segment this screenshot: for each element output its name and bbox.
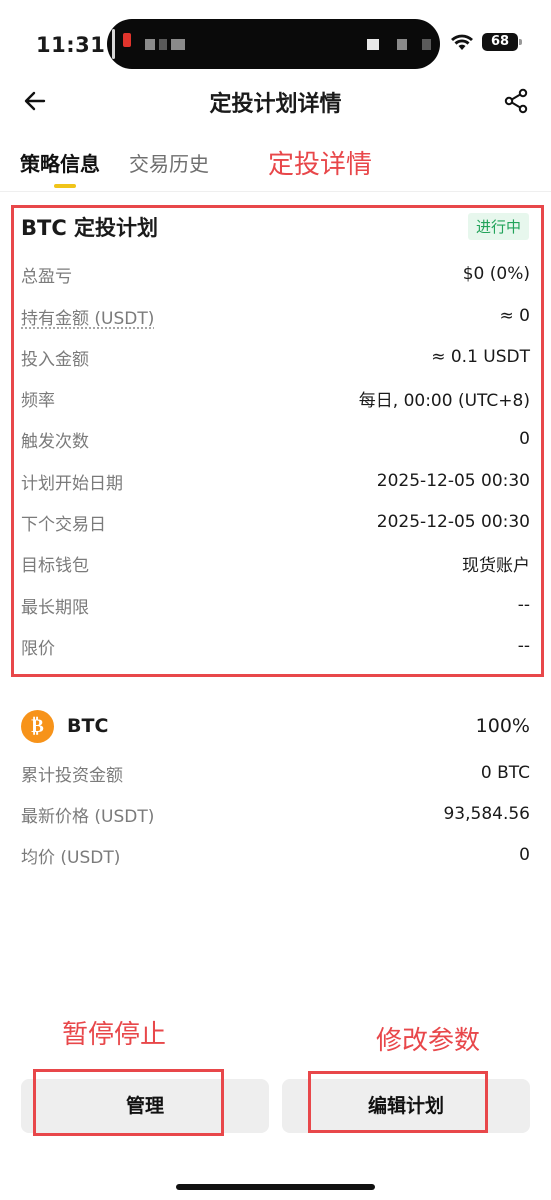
row-label: 累计投资金额 [21, 765, 123, 786]
dynamic-island [107, 19, 440, 69]
row-label[interactable]: 持有金额 (USDT) [21, 304, 154, 329]
island-indicator [112, 29, 115, 59]
row-label: 限价 [21, 638, 55, 659]
status-icons: 68 [450, 33, 522, 51]
row-value: 0 [519, 845, 530, 865]
wifi-icon [451, 34, 473, 50]
row-value: 现货账户 [462, 555, 530, 576]
detail-row-target-wallet: 目标钱包 现货账户 [21, 548, 530, 578]
status-badge: 进行中 [467, 213, 529, 240]
row-label: 最新价格 (USDT) [21, 806, 155, 827]
battery-icon: 68 [482, 33, 522, 51]
asset-name: BTC [67, 715, 109, 737]
recording-indicator-icon [123, 33, 131, 47]
row-label: 均价 (USDT) [21, 847, 121, 868]
row-label: 触发次数 [21, 431, 89, 452]
detail-row-trigger-count: 触发次数 0 [21, 424, 530, 454]
row-value: 93,584.56 [443, 804, 530, 824]
asset-row-total-invested: 累计投资金额 0 BTC [21, 758, 530, 788]
row-value: ≈ 0 [499, 306, 530, 326]
detail-row-next-trade-date: 下个交易日 2025-12-05 00:30 [21, 507, 530, 537]
status-time: 11:31 [36, 33, 106, 57]
row-value: 每日, 00:00 (UTC+8) [358, 390, 530, 411]
row-label: 投入金额 [21, 349, 89, 370]
annotation-detail: 定投详情 [268, 150, 373, 180]
row-value: 2025-12-05 00:30 [376, 512, 530, 532]
island-placeholder [159, 39, 167, 50]
detail-row-frequency: 频率 每日, 00:00 (UTC+8) [21, 383, 530, 413]
island-placeholder [397, 39, 407, 50]
row-value: 0 [519, 429, 530, 449]
home-indicator[interactable] [176, 1184, 375, 1190]
row-label: 下个交易日 [21, 514, 106, 535]
row-label: 总盈亏 [21, 266, 72, 287]
row-value: 0 BTC [480, 763, 530, 783]
annotation-highlight-edit [308, 1071, 488, 1133]
annotation-edit-params: 修改参数 [376, 1026, 481, 1056]
nav-header: 定投计划详情 [0, 78, 551, 126]
asset-header: ₿ BTC 100% [21, 708, 530, 744]
detail-row-start-date: 计划开始日期 2025-12-05 00:30 [21, 466, 530, 496]
share-icon[interactable] [503, 88, 529, 114]
detail-row-invest-amount: 投入金额 ≈ 0.1 USDT [21, 342, 530, 372]
tab-trade-history[interactable]: 交易历史 [129, 148, 209, 177]
island-placeholder [171, 39, 185, 50]
row-label: 目标钱包 [21, 555, 89, 576]
asset-percent: 100% [475, 715, 530, 737]
row-value: ≈ 0.1 USDT [431, 347, 530, 367]
annotation-pause-stop: 暂停停止 [62, 1020, 167, 1050]
annotation-highlight-manage [33, 1069, 224, 1136]
island-placeholder [145, 39, 155, 50]
row-label: 计划开始日期 [21, 473, 123, 494]
page-title: 定投计划详情 [209, 92, 342, 117]
row-value: $0 (0%) [462, 264, 530, 284]
row-label: 频率 [21, 390, 55, 411]
detail-row-limit-price: 限价 -- [21, 631, 530, 661]
island-placeholder [367, 39, 379, 50]
row-value: -- [517, 636, 530, 656]
detail-row-holding-amount[interactable]: 持有金额 (USDT) ≈ 0 [21, 301, 530, 331]
row-value: 2025-12-05 00:30 [376, 471, 530, 491]
row-label: 最长期限 [21, 597, 89, 618]
island-placeholder [422, 39, 431, 50]
bitcoin-icon: ₿ [21, 709, 54, 743]
detail-row-total-pnl: 总盈亏 $0 (0%) [21, 259, 530, 289]
detail-row-max-duration: 最长期限 -- [21, 590, 530, 620]
asset-identity: ₿ BTC [21, 709, 109, 743]
row-value: -- [517, 595, 530, 615]
asset-row-latest-price: 最新价格 (USDT) 93,584.56 [21, 799, 530, 829]
asset-row-average-price: 均价 (USDT) 0 [21, 840, 530, 870]
plan-title: BTC 定投计划 [21, 216, 159, 240]
status-bar: 11:31 68 [0, 0, 551, 88]
tab-strategy-info[interactable]: 策略信息 [20, 148, 100, 177]
tab-active-indicator [54, 184, 76, 188]
